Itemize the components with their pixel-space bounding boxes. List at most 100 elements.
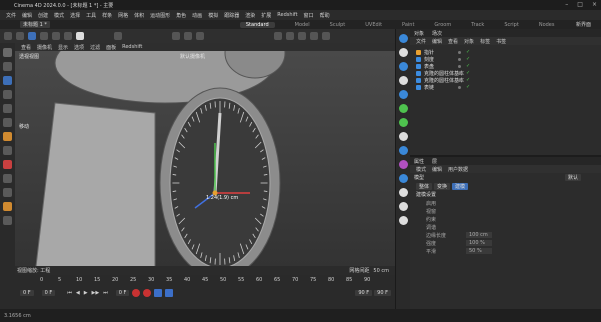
prev-key-button[interactable]: ◀ [76,290,80,296]
generator-icon[interactable] [399,62,408,71]
undo-icon[interactable] [4,32,12,40]
visibility-dot-icon[interactable] [458,72,461,75]
play-button[interactable]: ▶ [84,290,88,296]
volume-icon[interactable] [399,188,408,197]
viewport[interactable] [15,43,395,275]
camera-icon[interactable] [399,146,408,155]
frame-field[interactable]: 0 F [115,290,130,296]
visibility-dot-icon[interactable] [458,51,461,54]
redo-icon[interactable] [16,32,24,40]
object-row[interactable]: 指针 ✓ [410,49,601,56]
object-manager-menu-item[interactable]: 标签 [480,38,490,45]
mograph-icon[interactable] [399,104,408,113]
effector-icon[interactable] [399,118,408,127]
viewport-menu-item[interactable]: Redshift [122,44,142,50]
rotate-icon[interactable] [3,90,12,99]
next-key-button[interactable]: ▶▶ [92,290,100,296]
attribute-mode-tab[interactable]: 建模 [452,183,469,190]
enabled-check-icon[interactable]: ✓ [466,63,470,69]
field-icon[interactable] [399,90,408,99]
paint-icon[interactable] [3,202,12,211]
deformer-list-icon[interactable] [399,76,408,85]
tag-icon[interactable] [399,216,408,225]
object-row[interactable]: 表链 ✓ [410,84,601,91]
deformer-icon[interactable] [322,32,330,40]
viewport-menu-item[interactable]: 摄像机 [37,44,52,51]
mode-dropdown[interactable]: 默认 [564,174,581,181]
menu-item[interactable]: 角色 [176,12,186,19]
maximize-icon[interactable]: □ [577,1,583,8]
layout-tab[interactable]: UVEdit [365,22,382,28]
knife-icon[interactable] [3,132,12,141]
axis-mode-icon[interactable] [76,32,84,40]
enabled-check-icon[interactable]: ✓ [466,70,470,76]
sculpt-icon[interactable] [3,188,12,197]
menu-item[interactable]: 帮助 [320,12,330,19]
layout-tab[interactable]: Groom [434,22,451,28]
current-frame-field[interactable]: 0 F [41,290,56,296]
points-mode-icon[interactable] [40,32,48,40]
menu-item[interactable]: 模式 [54,12,64,19]
viewport-menu-item[interactable]: 面板 [106,44,116,51]
attribute-value[interactable]: 100 % [466,240,492,246]
end-frame-field[interactable]: 90 F [355,290,373,296]
visibility-dot-icon[interactable] [458,65,461,68]
menu-item[interactable]: 模拟 [208,12,218,19]
visibility-dot-icon[interactable] [458,79,461,82]
cloner-icon[interactable] [310,32,318,40]
record-button[interactable] [132,289,141,297]
object-manager-tab[interactable]: 对象 [410,30,428,37]
object-manager-menu-item[interactable]: 文件 [416,38,426,45]
attribute-tab[interactable]: 层 [428,158,441,165]
visibility-dot-icon[interactable] [458,58,461,61]
object-row[interactable]: 克隆的圆柱体基本 ✓ [410,77,601,84]
menu-item[interactable]: 创建 [38,12,48,19]
menu-item[interactable]: 扩展 [261,12,271,19]
enabled-check-icon[interactable]: ✓ [466,49,470,55]
pen-icon[interactable] [286,32,294,40]
menu-item[interactable]: 编辑 [22,12,32,19]
doc-tab[interactable]: 未标题 1 * [20,21,50,28]
measure-icon[interactable] [3,174,12,183]
render-settings-icon[interactable] [196,32,204,40]
object-row[interactable]: 克隆的圆柱体基本 ✓ [410,70,601,77]
cube-icon[interactable] [274,32,282,40]
menu-item[interactable]: 体积 [134,12,144,19]
light-icon[interactable] [399,132,408,141]
object-manager-tab[interactable]: 场次 [428,30,446,37]
menu-item[interactable]: 动画 [192,12,202,19]
cube-object-icon[interactable] [399,34,408,43]
edges-mode-icon[interactable] [52,32,60,40]
object-manager-menu-item[interactable]: 编辑 [432,38,442,45]
layout-tab[interactable]: Paint [402,22,414,28]
close-icon[interactable]: × [592,1,597,8]
attribute-tab[interactable]: 属性 [410,158,428,165]
keyframe-rotation-button[interactable] [165,289,174,297]
polygons-mode-icon[interactable] [64,32,72,40]
menu-item[interactable]: Redshift [277,12,297,18]
layout-tab[interactable]: Nodes [539,22,555,28]
enabled-check-icon[interactable]: ✓ [466,56,470,62]
layout-tab[interactable]: Model [295,22,310,28]
layout-tab[interactable]: Standard [239,21,275,28]
object-row[interactable]: 刻度 ✓ [410,56,601,63]
first-frame-button[interactable]: ⏮ [67,290,72,296]
scene-icon[interactable] [399,160,408,169]
keyframe-position-button[interactable] [154,289,163,297]
move-icon[interactable] [3,76,12,85]
subdivision-icon[interactable] [298,32,306,40]
material-icon[interactable] [399,202,408,211]
layout-tab[interactable]: Track [471,22,484,28]
spline-icon[interactable] [399,48,408,57]
menu-item[interactable]: 跟踪器 [224,12,239,19]
attribute-menu-item[interactable]: 模式 [416,166,426,173]
menu-item[interactable]: 文件 [6,12,16,19]
enabled-check-icon[interactable]: ✓ [466,84,470,90]
autokey-button[interactable] [143,289,152,297]
menu-item[interactable]: 选择 [70,12,80,19]
object-manager-menu-item[interactable]: 查看 [448,38,458,45]
object-manager-menu-item[interactable]: 对象 [464,38,474,45]
attribute-value[interactable]: 50 % [466,248,492,254]
render-view-icon[interactable] [172,32,180,40]
menu-item[interactable]: 窗口 [304,12,314,19]
